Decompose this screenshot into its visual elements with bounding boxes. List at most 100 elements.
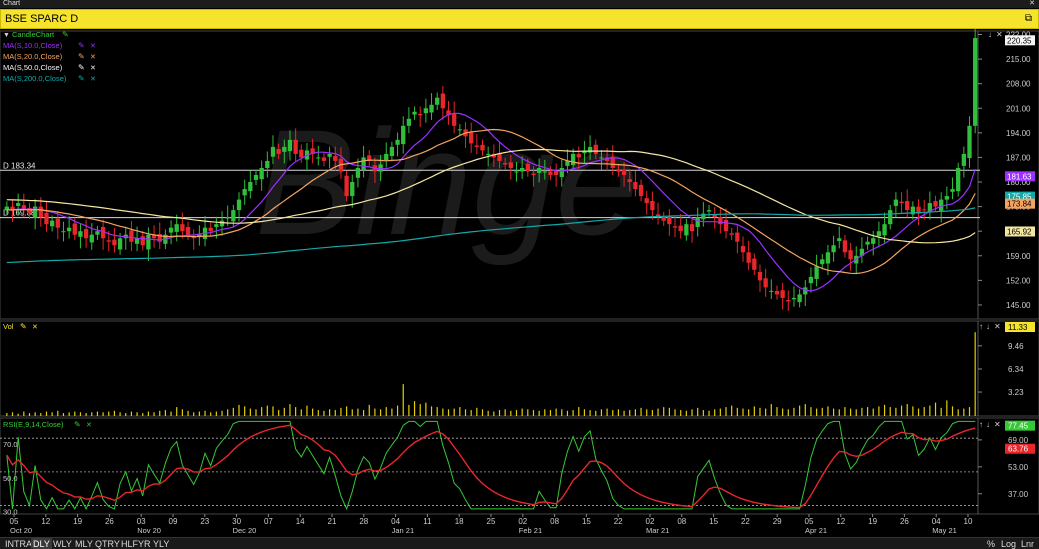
price-tick-label: 187.00 <box>1006 153 1031 162</box>
candle-body <box>112 239 117 246</box>
candle-body <box>865 241 870 245</box>
candle-body <box>412 111 417 115</box>
candle-body <box>423 108 429 114</box>
volume-tick-label: 6.34 <box>1008 365 1024 374</box>
window-title: Chart <box>3 0 21 7</box>
price-tick-label: 208.00 <box>1006 80 1031 89</box>
candle-body <box>808 276 814 284</box>
x-tick-day: 12 <box>836 517 845 526</box>
x-tick-day: 05 <box>805 517 814 526</box>
timeframe-tab-intra[interactable]: INTRA <box>3 538 34 549</box>
candle-body <box>899 201 904 204</box>
timeframe-tab-yly[interactable]: YLY <box>151 538 171 549</box>
move-down-icon: ↓ <box>988 30 992 39</box>
candle-body <box>905 200 910 211</box>
candle-body <box>225 217 230 219</box>
candle-body <box>270 146 276 157</box>
price-tick-label: 159.00 <box>1006 252 1031 261</box>
close-panel-icon: ✕ <box>994 322 1001 331</box>
candle-body <box>401 125 406 145</box>
candle-body <box>146 234 151 250</box>
candle-body <box>38 206 43 218</box>
timeframe-bar: INTRA DLY WLY MLY QTRY HLFYR YLY% Log Lnr <box>0 537 1039 549</box>
scale-option-2[interactable]: Lnr <box>1019 538 1036 549</box>
move-up-icon: ↑ <box>979 420 983 429</box>
candle-body <box>814 266 819 279</box>
move-down-icon: ↓ <box>986 322 990 331</box>
candle-body <box>78 231 83 237</box>
candle-body <box>621 169 627 175</box>
timeframe-tab-mly[interactable]: MLY <box>73 538 95 549</box>
timeframe-tab-dly[interactable]: DLY <box>31 538 52 549</box>
edit-icon: ✎ <box>78 63 85 72</box>
timeframe-tab-qtry[interactable]: QTRY <box>93 538 122 549</box>
candle-body <box>333 156 338 161</box>
remove-icon: ✕ <box>86 422 92 429</box>
candle-body <box>429 104 434 113</box>
price-tick-label: 152.00 <box>1006 276 1031 285</box>
candle-body <box>616 170 621 172</box>
candle-body <box>820 259 825 265</box>
remove-icon: ✕ <box>90 54 96 61</box>
candle-body <box>786 300 791 302</box>
last-value-label: 220.35 <box>1007 36 1032 45</box>
candle-body <box>457 129 463 131</box>
candle-body <box>293 139 298 154</box>
candle-body <box>327 153 332 157</box>
x-tick-month: Feb 21 <box>519 526 542 535</box>
candle-body <box>508 162 513 168</box>
scale-option-0[interactable]: % <box>985 538 997 549</box>
volume-last-label: 11.33 <box>1008 323 1028 332</box>
scale-option-1[interactable]: Log <box>999 538 1018 549</box>
timeframe-tab-hlfyr[interactable]: HLFYR <box>119 538 153 549</box>
candle-body <box>452 113 457 126</box>
candle-body <box>174 224 179 232</box>
candle-body <box>650 200 655 211</box>
candle-body <box>259 167 264 180</box>
candle-body <box>355 167 361 178</box>
candle-body <box>231 210 236 222</box>
candle-body <box>474 145 479 147</box>
collapse-icon: ▼ <box>3 32 10 39</box>
candle-body <box>117 238 123 250</box>
candle-body <box>236 199 242 211</box>
volume-panel <box>0 320 1039 417</box>
price-tick-label: 145.00 <box>1006 301 1031 310</box>
edit-icon: ✎ <box>78 52 85 61</box>
rsi-tick-label: 37.00 <box>1008 490 1029 499</box>
timeframe-tab-wly[interactable]: WLY <box>51 538 74 549</box>
candle-body <box>525 163 530 172</box>
candle-body <box>361 157 366 171</box>
candle-body <box>950 189 955 192</box>
x-tick-day: 28 <box>359 517 368 526</box>
x-tick-day: 23 <box>200 517 209 526</box>
candle-body <box>242 189 247 196</box>
candle-body <box>49 220 55 227</box>
remove-icon: ✕ <box>90 43 96 50</box>
candle-body <box>644 198 649 204</box>
x-tick-day: 12 <box>41 517 50 526</box>
candle-body <box>89 234 94 243</box>
symbol-bar: BSE SPARC D ⧉ <box>0 9 1039 29</box>
candle-body <box>973 38 978 126</box>
close-icon[interactable]: ✕ <box>1029 0 1035 8</box>
symbol-name[interactable]: BSE SPARC D <box>5 13 78 25</box>
remove-icon: ✕ <box>32 324 38 331</box>
candle-body <box>276 149 281 154</box>
x-tick-day: 04 <box>391 517 400 526</box>
x-tick-day: 03 <box>137 517 146 526</box>
candle-body <box>661 217 666 221</box>
close-panel-icon: ✕ <box>996 30 1003 39</box>
candle-body <box>746 252 751 263</box>
candle-body <box>740 245 746 253</box>
candle-body <box>876 231 882 237</box>
candle-body <box>633 182 638 190</box>
candle-body <box>469 132 474 144</box>
window-titlebar: Chart ✕ <box>0 0 1039 8</box>
x-tick-day: 15 <box>582 517 591 526</box>
restore-window-icon[interactable]: ⧉ <box>1025 13 1032 24</box>
chart-canvas[interactable]: Binge222.00215.00208.00201.00194.00187.0… <box>0 29 1039 537</box>
candle-body <box>667 216 672 225</box>
price-tick-label: 194.00 <box>1006 129 1031 138</box>
candle-body <box>718 217 723 225</box>
